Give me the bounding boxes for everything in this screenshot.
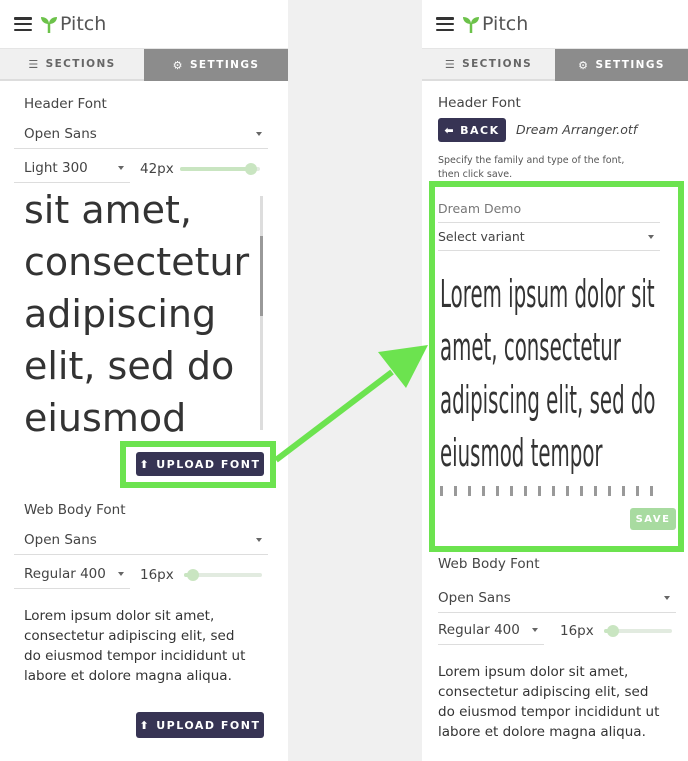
body-font-label: Web Body Font <box>24 502 126 518</box>
tab-settings-label: SETTINGS <box>189 59 260 71</box>
highlight-upload-button <box>120 441 276 488</box>
body-font-family-select[interactable]: Open Sans <box>438 584 676 613</box>
caret-down-icon <box>532 628 538 632</box>
header-font-label: Header Font <box>24 96 107 112</box>
body-preview-line: do eiusmod tempor incididunt ut <box>438 704 660 720</box>
arrow-left-icon: ⬅ <box>444 123 456 137</box>
body-size-label: 16px <box>560 622 594 639</box>
tab-settings-label: SETTINGS <box>595 59 665 71</box>
sprout-icon <box>41 17 57 33</box>
header-font-label: Header Font <box>438 95 521 111</box>
body-size-slider[interactable] <box>603 624 672 637</box>
arrow-head <box>378 345 428 388</box>
caret-down-icon <box>118 572 124 576</box>
body-variant-value: Regular 400 <box>438 622 520 638</box>
top-bar: Pitch <box>422 0 688 49</box>
slider-knob[interactable] <box>606 624 619 637</box>
preview-line: elit, sed do <box>24 344 235 388</box>
gear-icon: ⚙ <box>172 58 184 72</box>
brand-logo: Pitch <box>40 13 106 35</box>
back-label: BACK <box>460 123 500 137</box>
slider-knob[interactable] <box>186 568 199 581</box>
caret-down-icon <box>256 132 262 136</box>
tab-settings[interactable]: ⚙ SETTINGS <box>555 49 688 81</box>
preview-scrollbar[interactable] <box>260 196 263 430</box>
preview-line: adipiscing <box>24 292 217 336</box>
brand-logo: Pitch <box>462 13 528 35</box>
tab-sections[interactable]: ☰ SECTIONS <box>0 49 144 81</box>
body-font-label: Web Body Font <box>438 556 540 572</box>
instructions: Specify the family and type of the font,… <box>438 154 624 182</box>
caret-down-icon <box>256 538 262 542</box>
body-font-family-value: Open Sans <box>438 590 511 606</box>
header-variant-select[interactable]: Light 300 <box>14 154 130 183</box>
header-size-slider[interactable] <box>179 162 260 175</box>
body-preview-line: labore et dolore magna aliqua. <box>438 724 646 740</box>
instructions-line: then click save. <box>438 169 513 180</box>
tab-settings[interactable]: ⚙ SETTINGS <box>144 49 288 81</box>
header-font-preview: sit amet, consectetur adipiscing elit, s… <box>24 184 256 434</box>
preview-line: sit amet, <box>24 188 192 232</box>
app-title: Pitch <box>482 13 529 35</box>
upload-font-button-2[interactable]: ⬆ UPLOAD FONT <box>136 712 264 738</box>
body-font-preview: Lorem ipsum dolor sit amet, consectetur … <box>24 606 274 686</box>
gear-icon: ⚙ <box>578 58 590 72</box>
body-preview-line: consectetur adipiscing elit, sed <box>24 628 235 644</box>
hamburger-icon[interactable] <box>436 17 454 31</box>
upload-icon: ⬆ <box>139 718 151 732</box>
body-size-slider[interactable] <box>183 568 262 581</box>
body-variant-select[interactable]: Regular 400 <box>438 616 544 645</box>
back-button[interactable]: ⬅ BACK <box>438 118 506 142</box>
caret-down-icon <box>118 166 124 170</box>
slider-knob[interactable] <box>244 162 257 175</box>
tab-bar: ☰ SECTIONS ⚙ SETTINGS <box>0 49 288 81</box>
top-bar: Pitch <box>0 0 288 49</box>
header-size-label: 42px <box>140 160 174 177</box>
header-variant-value: Light 300 <box>24 160 88 176</box>
caret-down-icon <box>664 596 670 600</box>
body-variant-select[interactable]: Regular 400 <box>14 560 130 589</box>
upload-font-label: UPLOAD FONT <box>156 718 261 732</box>
body-font-family-select[interactable]: Open Sans <box>14 526 268 555</box>
tab-sections-label: SECTIONS <box>462 58 533 70</box>
tab-bar: ☰ SECTIONS ⚙ SETTINGS <box>422 49 688 81</box>
list-icon: ☰ <box>444 57 457 71</box>
settings-panel-before: Pitch ☰ SECTIONS ⚙ SETTINGS Header Font Op… <box>0 0 288 761</box>
hamburger-icon[interactable] <box>14 17 32 31</box>
preview-line: consectetur <box>24 240 250 284</box>
tab-sections-label: SECTIONS <box>45 58 116 70</box>
body-preview-line: do eiusmod tempor incididunt ut <box>24 648 246 664</box>
highlight-font-form <box>429 181 684 552</box>
body-preview-line: consectetur adipiscing elit, sed <box>438 684 649 700</box>
body-preview-line: Lorem ipsum dolor sit amet, <box>438 664 629 680</box>
body-variant-value: Regular 400 <box>24 566 106 582</box>
body-font-family-value: Open Sans <box>24 532 97 548</box>
list-icon: ☰ <box>28 57 40 71</box>
instructions-line: Specify the family and type of the font, <box>438 155 625 166</box>
uploaded-filename: Dream Arranger.otf <box>516 122 638 137</box>
tab-sections[interactable]: ☰ SECTIONS <box>422 49 555 81</box>
body-preview-line: Lorem ipsum dolor sit amet, <box>24 608 215 624</box>
header-font-family-value: Open Sans <box>24 126 97 142</box>
body-size-label: 16px <box>140 566 174 583</box>
body-preview-line: labore et dolore magna aliqua. <box>24 668 232 684</box>
body-font-preview: Lorem ipsum dolor sit amet, consectetur … <box>438 662 688 742</box>
sprout-icon <box>463 17 479 33</box>
header-font-family-select[interactable]: Open Sans <box>14 120 268 149</box>
preview-line: eiusmod <box>24 396 187 434</box>
settings-content: Header Font Open Sans Light 300 42px sit… <box>14 84 268 761</box>
app-title: Pitch <box>60 13 107 35</box>
